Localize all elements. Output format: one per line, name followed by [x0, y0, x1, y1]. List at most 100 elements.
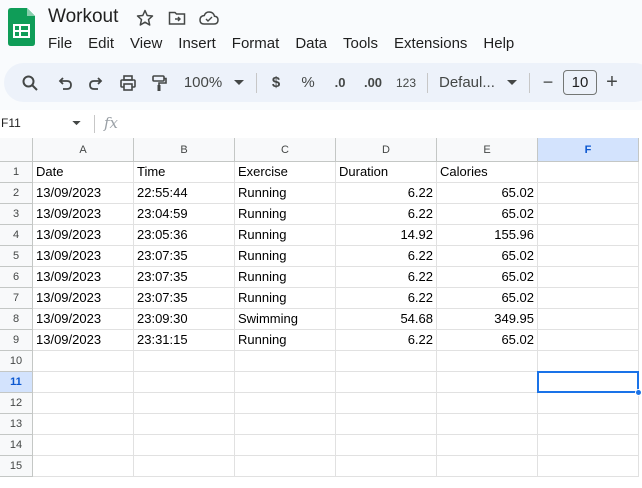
cell-a10[interactable]	[33, 351, 134, 372]
cell-c5[interactable]: Running	[235, 246, 336, 267]
row-header-1[interactable]: 1	[0, 162, 33, 183]
cell-d2[interactable]: 6.22	[336, 183, 437, 204]
column-header-c[interactable]: C	[235, 138, 336, 162]
menu-data[interactable]: Data	[295, 34, 327, 54]
cell-f3[interactable]	[538, 204, 639, 225]
cell-e1[interactable]: Calories	[437, 162, 538, 183]
cell-e11[interactable]	[437, 372, 538, 393]
cell-c3[interactable]: Running	[235, 204, 336, 225]
row-header-9[interactable]: 9	[0, 330, 33, 351]
cell-b15[interactable]	[134, 456, 235, 477]
cell-d14[interactable]	[336, 435, 437, 456]
cell-e10[interactable]	[437, 351, 538, 372]
row-header-5[interactable]: 5	[0, 246, 33, 267]
cell-a6[interactable]: 13/09/2023	[33, 267, 134, 288]
cell-f9[interactable]	[538, 330, 639, 351]
spreadsheet-grid[interactable]: A B C D E F 1 Date Time Exercise Duration Calories 2…	[0, 138, 642, 488]
cell-f7[interactable]	[538, 288, 639, 309]
menu-tools[interactable]: Tools	[343, 34, 378, 54]
row-header-8[interactable]: 8	[0, 309, 33, 330]
cell-a7[interactable]: 13/09/2023	[33, 288, 134, 309]
cell-b12[interactable]	[134, 393, 235, 414]
menu-file[interactable]: File	[48, 34, 72, 54]
menu-view[interactable]: View	[130, 34, 162, 54]
decrease-font-size-button[interactable]: −	[538, 63, 558, 102]
move-folder-icon[interactable]	[168, 9, 186, 27]
star-icon[interactable]	[136, 9, 154, 27]
cell-a4[interactable]: 13/09/2023	[33, 225, 134, 246]
cell-e6[interactable]: 65.02	[437, 267, 538, 288]
cell-e13[interactable]	[437, 414, 538, 435]
select-all-corner[interactable]	[0, 138, 33, 162]
cell-d9[interactable]: 6.22	[336, 330, 437, 351]
row-header-7[interactable]: 7	[0, 288, 33, 309]
cell-d15[interactable]	[336, 456, 437, 477]
menu-help[interactable]: Help	[483, 34, 514, 54]
cell-d8[interactable]: 54.68	[336, 309, 437, 330]
row-header-3[interactable]: 3	[0, 204, 33, 225]
row-header-2[interactable]: 2	[0, 183, 33, 204]
percent-format-button[interactable]: %	[298, 63, 318, 102]
column-header-f[interactable]: F	[538, 138, 639, 162]
cell-b9[interactable]: 23:31:15	[134, 330, 235, 351]
cell-f15[interactable]	[538, 456, 639, 477]
cell-d11[interactable]	[336, 372, 437, 393]
cell-b13[interactable]	[134, 414, 235, 435]
cell-f1[interactable]	[538, 162, 639, 183]
cell-c7[interactable]: Running	[235, 288, 336, 309]
cell-c15[interactable]	[235, 456, 336, 477]
cell-e8[interactable]: 349.95	[437, 309, 538, 330]
cell-b8[interactable]: 23:09:30	[134, 309, 235, 330]
cell-a9[interactable]: 13/09/2023	[33, 330, 134, 351]
row-header-10[interactable]: 10	[0, 351, 33, 372]
cell-c8[interactable]: Swimming	[235, 309, 336, 330]
cell-e12[interactable]	[437, 393, 538, 414]
cell-e3[interactable]: 65.02	[437, 204, 538, 225]
cell-b14[interactable]	[134, 435, 235, 456]
document-title[interactable]: Workout	[48, 6, 118, 28]
cloud-saved-icon[interactable]	[199, 9, 219, 27]
increase-decimal-button[interactable]: .00	[360, 63, 386, 102]
cell-a13[interactable]	[33, 414, 134, 435]
cell-e14[interactable]	[437, 435, 538, 456]
paint-format-icon[interactable]	[147, 63, 171, 102]
cell-f2[interactable]	[538, 183, 639, 204]
cell-c4[interactable]: Running	[235, 225, 336, 246]
font-size-input[interactable]: 10	[563, 70, 597, 95]
row-header-11[interactable]: 11	[0, 372, 33, 393]
cell-d7[interactable]: 6.22	[336, 288, 437, 309]
print-icon[interactable]	[116, 63, 140, 102]
font-select[interactable]: Defaul...	[439, 63, 499, 102]
column-header-d[interactable]: D	[336, 138, 437, 162]
cell-c1[interactable]: Exercise	[235, 162, 336, 183]
formula-input[interactable]	[128, 110, 638, 138]
cell-c9[interactable]: Running	[235, 330, 336, 351]
cell-b11[interactable]	[134, 372, 235, 393]
menu-insert[interactable]: Insert	[178, 34, 216, 54]
cell-a3[interactable]: 13/09/2023	[33, 204, 134, 225]
cell-e4[interactable]: 155.96	[437, 225, 538, 246]
cell-e9[interactable]: 65.02	[437, 330, 538, 351]
row-header-13[interactable]: 13	[0, 414, 33, 435]
cell-b3[interactable]: 23:04:59	[134, 204, 235, 225]
undo-icon[interactable]	[53, 63, 77, 102]
cell-b5[interactable]: 23:07:35	[134, 246, 235, 267]
cell-f12[interactable]	[538, 393, 639, 414]
cell-c10[interactable]	[235, 351, 336, 372]
cell-c13[interactable]	[235, 414, 336, 435]
cell-c11[interactable]	[235, 372, 336, 393]
cell-f5[interactable]	[538, 246, 639, 267]
currency-format-button[interactable]: $	[266, 63, 286, 102]
row-header-6[interactable]: 6	[0, 267, 33, 288]
cell-d4[interactable]: 14.92	[336, 225, 437, 246]
cell-f13[interactable]	[538, 414, 639, 435]
chevron-down-icon[interactable]	[72, 121, 81, 126]
row-header-4[interactable]: 4	[0, 225, 33, 246]
cell-c2[interactable]: Running	[235, 183, 336, 204]
cell-f6[interactable]	[538, 267, 639, 288]
cell-a15[interactable]	[33, 456, 134, 477]
cell-b7[interactable]: 23:07:35	[134, 288, 235, 309]
cell-d1[interactable]: Duration	[336, 162, 437, 183]
menu-edit[interactable]: Edit	[88, 34, 114, 54]
increase-font-size-button[interactable]: +	[602, 63, 622, 102]
